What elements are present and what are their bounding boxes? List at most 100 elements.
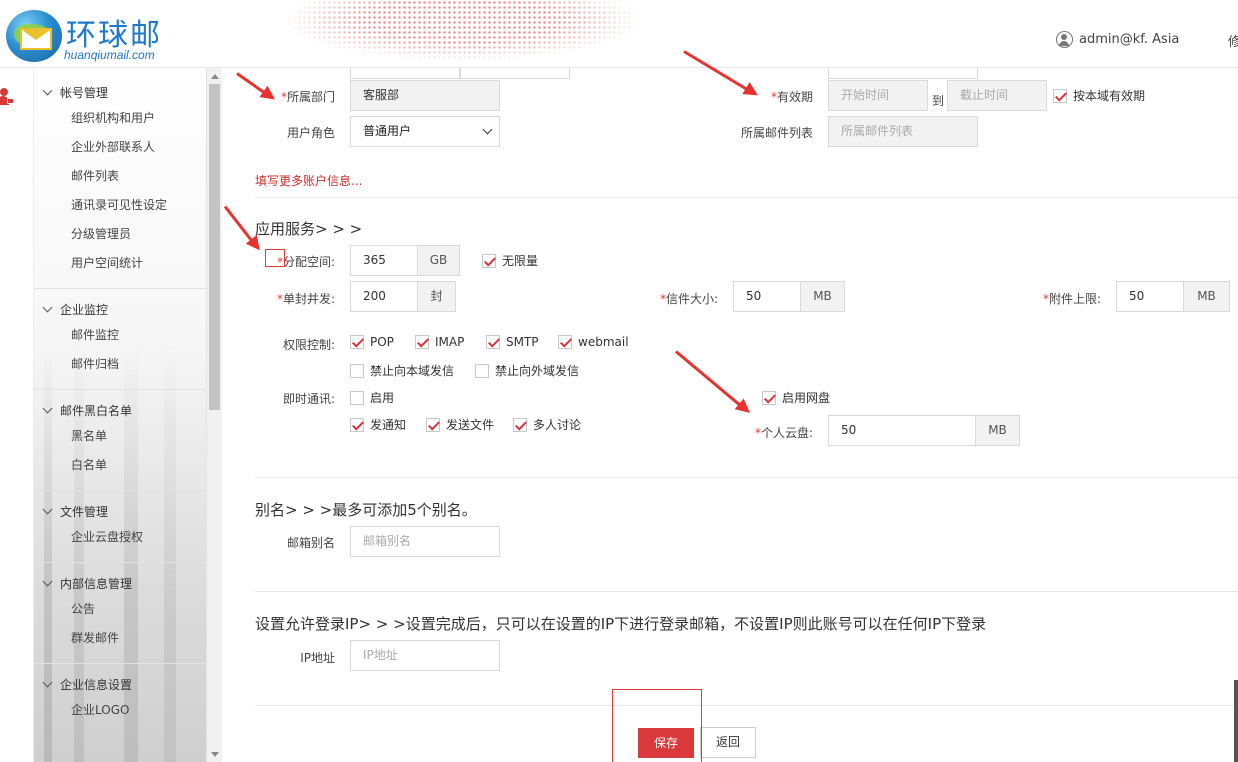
sidebar-item-mass-mail[interactable]: 群发邮件 [34,624,206,653]
divider [255,477,1238,478]
sidebar-item-blacklist[interactable]: 黑名单 [34,422,206,451]
attach-input[interactable]: 50 [1116,281,1184,312]
checkbox-checked-icon [513,417,527,432]
top-cut-input-1[interactable] [350,68,460,79]
menu-head-label: 企业信息设置 [60,677,133,692]
top-cut-input-3[interactable] [828,68,978,79]
checkbox-checked-icon [350,335,364,349]
cloud-input[interactable]: 50 [828,415,976,446]
sidebar-item-mail-lists[interactable]: 邮件列表 [34,162,206,191]
menu-head-monitor[interactable]: 企业监控 [34,297,206,321]
scrollbar-thumb[interactable] [209,84,220,410]
mailsize-unit: MB [801,281,845,312]
quota-unit: GB [418,245,460,276]
menu-head-account[interactable]: 帐号管理 [34,80,206,104]
menu-head-files[interactable]: 文件管理 [34,499,206,523]
menu-head-label: 帐号管理 [60,85,109,100]
menu-head-blackwhite[interactable]: 邮件黑白名单 [34,398,206,422]
services-section-title: 应用服务> > > [255,220,363,238]
sidebar-item-sub-admins[interactable]: 分级管理员 [34,220,206,249]
checkbox-checked-icon [415,335,429,349]
sidebar-item-space-stats[interactable]: 用户空间统计 [34,249,206,278]
perm-webmail-checkbox[interactable]: webmail [558,335,629,349]
alias-section-title: 别名> > >最多可添加5个别名。 [255,501,477,519]
perm-pop-checkbox[interactable]: POP [350,335,394,349]
user-account[interactable]: admin@kf. Asia [1056,30,1179,48]
menu-group-monitor: 企业监控 邮件监控 邮件归档 [34,289,206,390]
im-discuss-checkbox[interactable]: 多人讨论 [513,416,581,433]
sidebar-item-cloud-auth[interactable]: 企业云盘授权 [34,523,206,552]
menu-head-company-settings[interactable]: 企业信息设置 [34,672,206,696]
user-icon [1056,30,1073,48]
dept-field[interactable]: 客服部 [350,80,500,111]
concurrency-label: *单封并发: [276,292,335,306]
world-dot-map-decoration [262,0,662,67]
sidebar-item-company-logo[interactable]: 企业LOGO [34,696,206,725]
sidebar-item-mail-monitor[interactable]: 邮件监控 [34,321,206,350]
ip-input[interactable]: IP地址 [350,640,500,671]
header-edit-link[interactable]: 修 [1228,31,1238,50]
alias-input[interactable]: 邮箱别名 [350,526,500,557]
more-account-info-link[interactable]: 填写更多账户信息... [255,172,362,189]
logo-url: huanqiumail.com [64,48,155,62]
perm-imap-checkbox[interactable]: IMAP [415,335,464,349]
chevron-down-icon [42,677,53,687]
perm-smtp-checkbox[interactable]: SMTP [486,335,539,349]
chevron-down-icon [42,85,53,95]
ban-local-checkbox[interactable]: 禁止向本域发信 [350,362,454,379]
sidebar-item-org-users[interactable]: 组织机构和用户 [34,104,206,133]
quota-input[interactable]: 365 [350,245,418,276]
chevron-down-icon [42,403,53,413]
unlimited-checkbox[interactable]: 无限量 [482,252,538,269]
menu-head-label: 文件管理 [60,504,109,519]
concurrency-input[interactable]: 200 [350,281,418,312]
scroll-down-icon[interactable] [211,752,219,757]
validity-label: *有效期 [770,90,813,104]
checkbox-checked-icon [558,335,572,349]
sidebar-item-announcement[interactable]: 公告 [34,595,206,624]
role-select[interactable]: 普通用户 [350,116,500,147]
im-file-checkbox[interactable]: 发送文件 [426,416,494,433]
menu-head-label: 企业监控 [60,302,109,317]
top-header: 环球邮 huanqiumail.com admin@kf. Asia 修 [0,0,1238,68]
user-lock-icon[interactable] [0,88,16,108]
chevron-down-icon [42,302,53,312]
ip-label: IP地址 [300,651,335,665]
checkbox-checked-icon [426,417,440,432]
menu-head-internal-info[interactable]: 内部信息管理 [34,571,206,595]
annotation-highlight-box [265,249,285,267]
top-cut-input-2[interactable] [460,68,570,79]
divider [255,197,1238,198]
scroll-up-icon[interactable] [211,74,219,79]
back-button[interactable]: 返回 [700,727,756,758]
im-enable-checkbox[interactable]: 启用 [350,389,394,406]
chevron-down-icon [42,576,53,586]
sidebar-item-whitelist[interactable]: 白名单 [34,451,206,480]
logo[interactable]: 环球邮 huanqiumail.com [4,8,164,64]
attach-unit: MB [1184,281,1230,312]
ban-external-checkbox[interactable]: 禁止向外域发信 [475,362,579,379]
chevron-down-icon [42,504,53,514]
annotation-highlight-box [612,689,702,762]
end-time-field[interactable]: 截止时间 [947,80,1047,111]
domain-validity-checkbox[interactable]: 按本域有效期 [1053,87,1145,104]
role-label: 用户角色 [286,126,335,140]
sidebar-item-contact-visibility[interactable]: 通讯录可见性设定 [34,191,206,220]
checkbox-checked-icon [486,335,500,349]
sidebar-item-mail-archive[interactable]: 邮件归档 [34,350,206,379]
im-notify-checkbox[interactable]: 发通知 [350,416,406,433]
divider [255,705,1238,706]
sidebar-scrollbar[interactable] [206,68,222,762]
checkbox-checked-icon [1053,88,1067,103]
menu-head-label: 内部信息管理 [60,576,133,591]
maillist-field[interactable]: 所属邮件列表 [828,116,978,147]
sidebar-item-external-contacts[interactable]: 企业外部联系人 [34,133,206,162]
mailsize-label: *信件大小: [659,292,718,306]
netdisk-enable-checkbox[interactable]: 启用网盘 [762,389,830,406]
mailsize-input[interactable]: 50 [733,281,801,312]
checkbox-unchecked-icon [350,363,364,378]
cloud-unit: MB [976,415,1020,446]
checkbox-checked-icon [762,390,776,405]
start-time-field[interactable]: 开始时间 [828,80,928,111]
im-label: 即时通讯: [282,392,335,406]
